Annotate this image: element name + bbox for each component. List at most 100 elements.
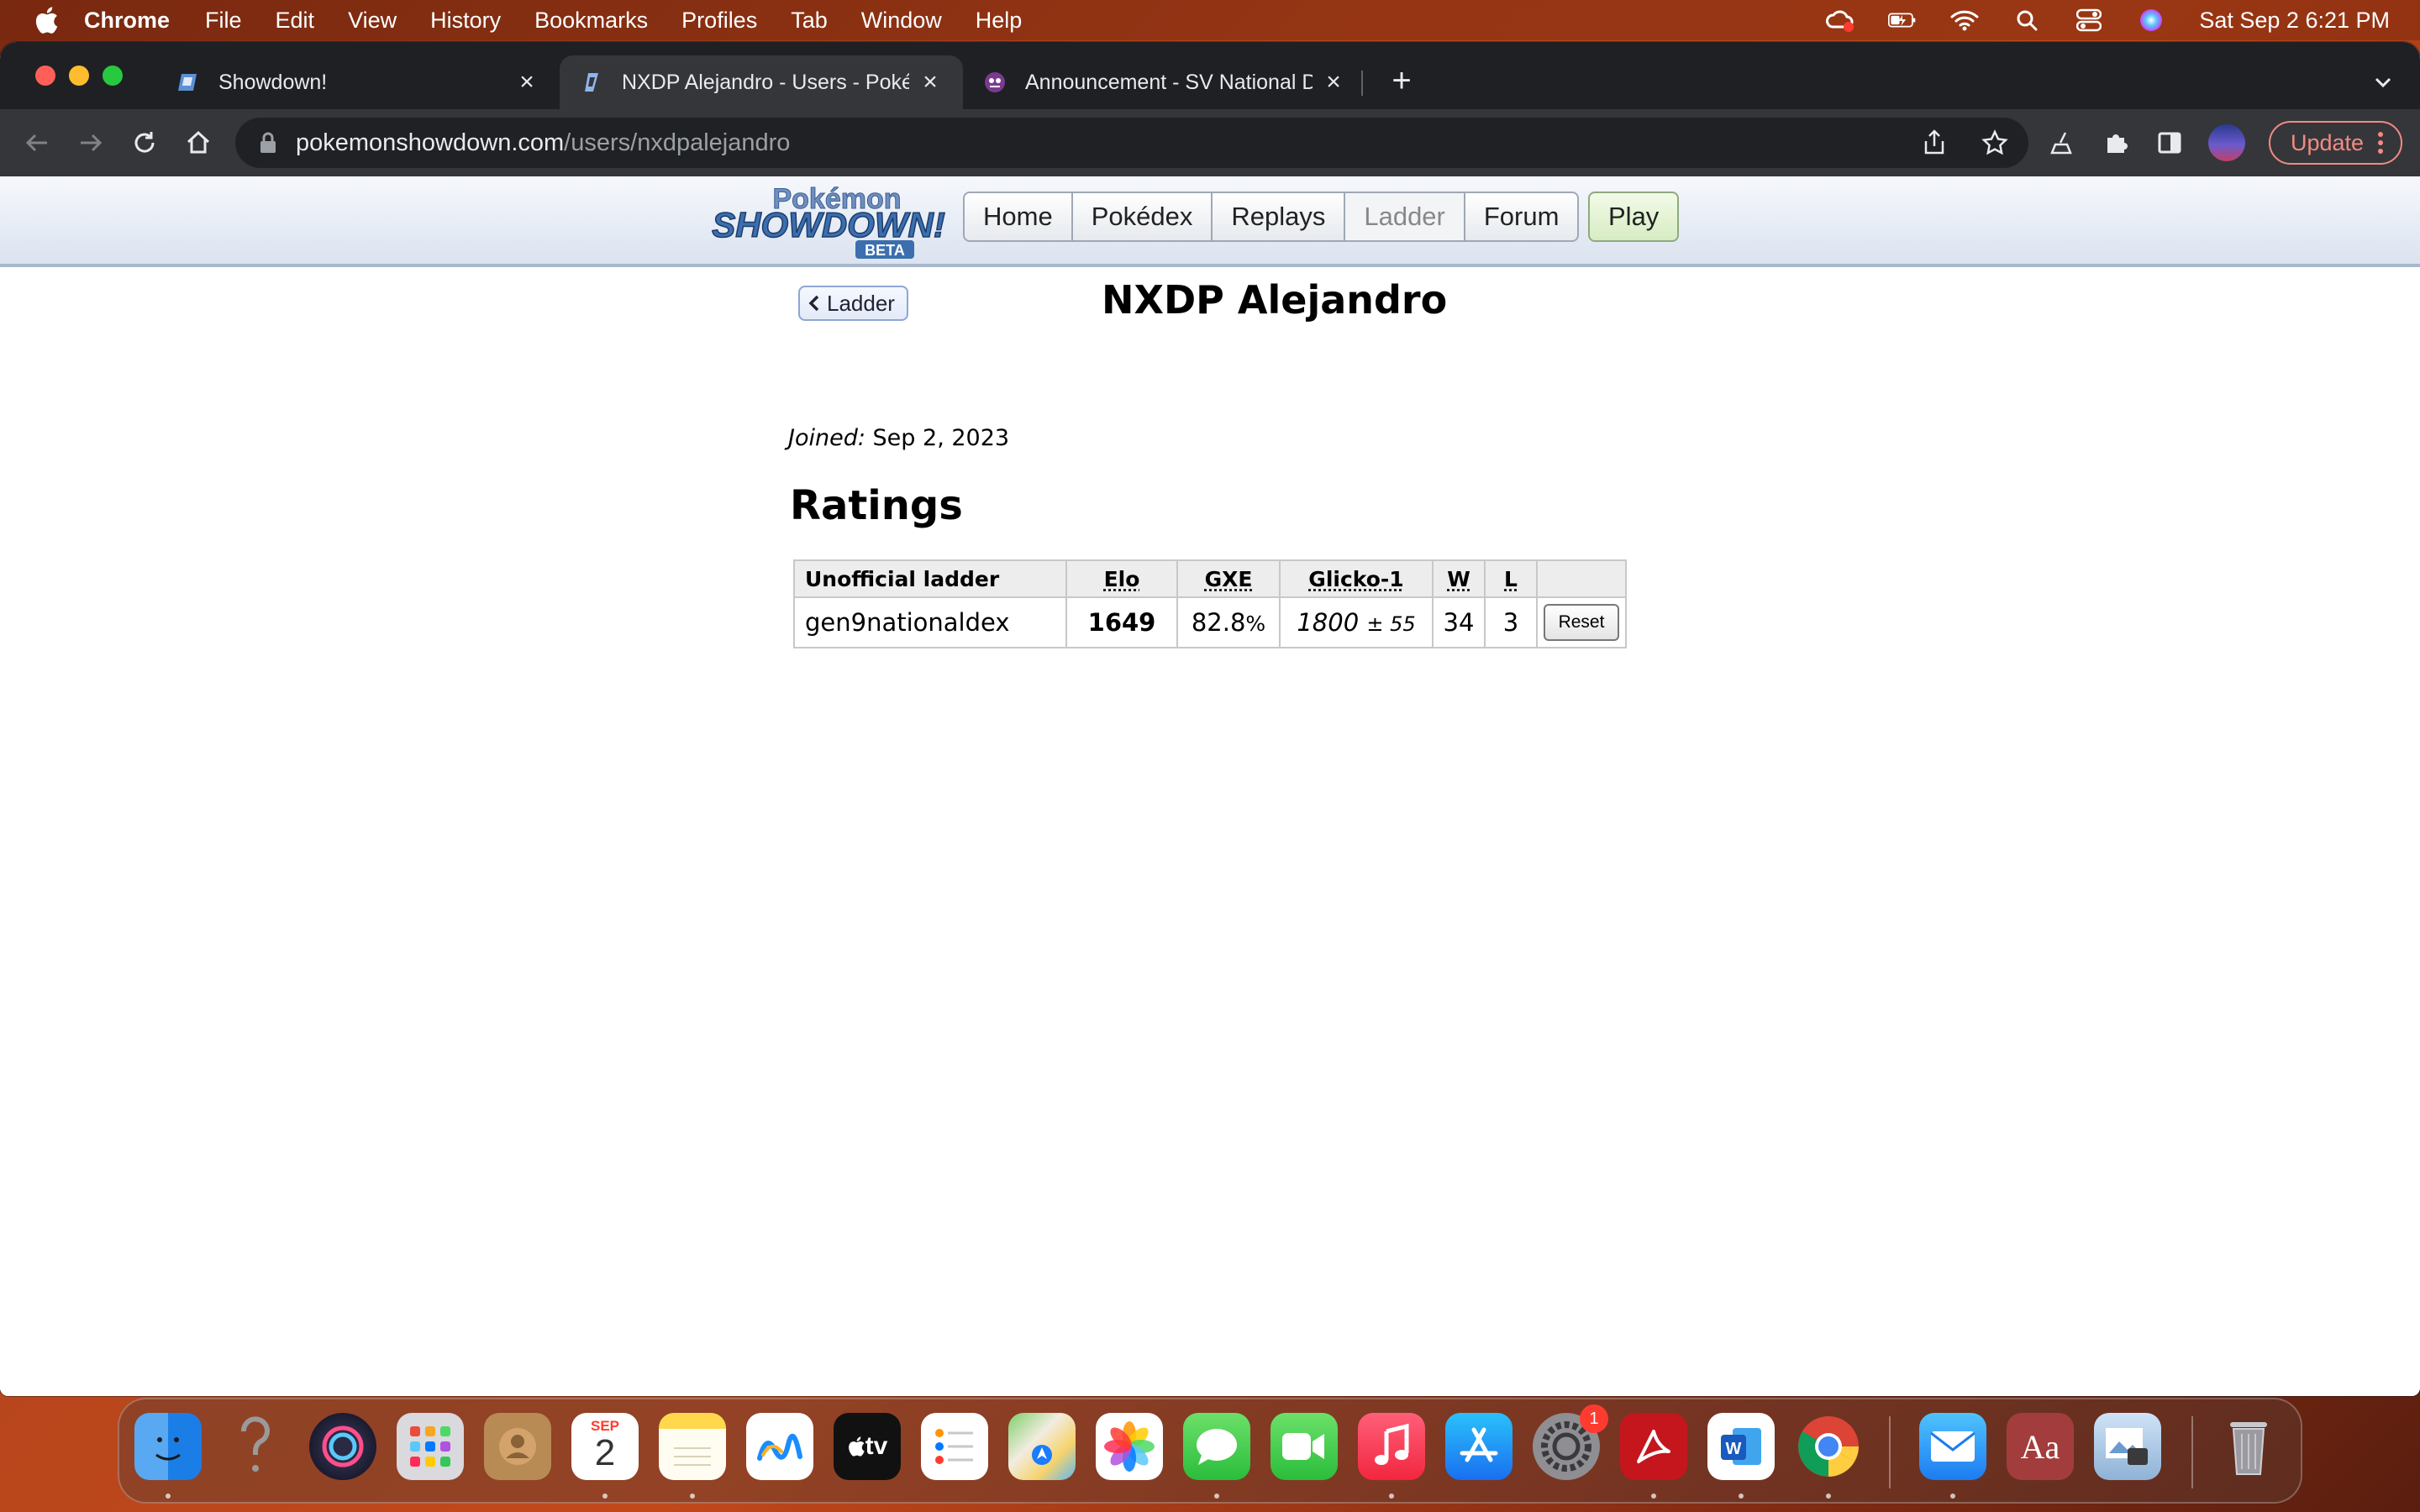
- running-indicator: [690, 1494, 695, 1499]
- more-menu-icon[interactable]: [2377, 131, 2384, 155]
- contacts-icon[interactable]: [484, 1413, 551, 1480]
- table-row: gen9nationaldex 1649 82.8% 1800 ± 55 34 …: [793, 596, 1627, 648]
- header-wins: W: [1432, 559, 1486, 598]
- tab-user-profile[interactable]: NXDP Alejandro - Users - Poké ×: [560, 55, 963, 109]
- maps-icon[interactable]: [1008, 1413, 1076, 1480]
- app-store-icon[interactable]: [1445, 1413, 1512, 1480]
- freeform-icon[interactable]: [746, 1413, 813, 1480]
- launchpad-icon[interactable]: [397, 1413, 464, 1480]
- running-indicator: [1950, 1494, 1955, 1499]
- bookmark-star-icon[interactable]: [1980, 128, 2010, 158]
- dictionary-label: Aa: [2020, 1427, 2060, 1466]
- tab-announcement[interactable]: Announcement - SV National D ×: [963, 55, 1366, 109]
- new-tab-button[interactable]: +: [1385, 64, 1418, 99]
- tab-showdown[interactable]: Showdown! ×: [156, 55, 560, 109]
- siri-app-icon[interactable]: [309, 1413, 376, 1480]
- menu-window[interactable]: Window: [861, 8, 942, 34]
- wifi-icon[interactable]: [1950, 8, 1979, 32]
- forward-button[interactable]: [74, 126, 108, 160]
- tab-search-chevron-icon[interactable]: [2370, 69, 2396, 96]
- share-icon[interactable]: [1919, 128, 1949, 158]
- photos-icon[interactable]: [1096, 1413, 1163, 1480]
- url-host: pokemonshowdown.com: [296, 129, 565, 156]
- table-header-row: Unofficial ladder Elo GXE Glicko-1 W L: [793, 559, 1627, 598]
- url-path: /users/nxdpalejandro: [564, 129, 791, 156]
- address-bar[interactable]: pokemonshowdown.com/users/nxdpalejandro: [235, 118, 2028, 168]
- system-settings-icon[interactable]: 1: [1533, 1404, 1608, 1480]
- notes-icon[interactable]: [659, 1413, 726, 1480]
- play-button[interactable]: Play: [1588, 192, 1680, 242]
- web-page: Pokémon SHOWDOWN! BETA Home Pokédex Repl…: [0, 176, 2420, 1396]
- nav-replays[interactable]: Replays: [1213, 192, 1346, 242]
- menu-help[interactable]: Help: [976, 8, 1023, 34]
- clock[interactable]: Sat Sep 2 6:21 PM: [2199, 8, 2390, 34]
- preview-icon[interactable]: [2094, 1413, 2161, 1480]
- help-question-icon[interactable]: [222, 1413, 289, 1480]
- back-to-ladder-button[interactable]: Ladder: [798, 286, 908, 321]
- dictionary-icon[interactable]: Aa: [2007, 1413, 2074, 1480]
- update-button[interactable]: Update: [2269, 121, 2403, 165]
- spotlight-search-icon[interactable]: [2012, 8, 2041, 32]
- wins-cell: 34: [1432, 596, 1486, 648]
- messages-icon[interactable]: [1183, 1413, 1250, 1480]
- dock-separator: [1889, 1416, 1891, 1488]
- chevron-left-icon: [808, 295, 819, 312]
- profile-avatar[interactable]: [2208, 124, 2245, 161]
- menu-profiles[interactable]: Profiles: [681, 8, 757, 34]
- zoom-window-button[interactable]: [103, 66, 123, 86]
- battery-icon[interactable]: [1888, 8, 1917, 32]
- tab-close-icon[interactable]: ×: [918, 68, 943, 96]
- mail-icon[interactable]: [1919, 1413, 1986, 1480]
- extension-broom-icon[interactable]: [2047, 128, 2077, 158]
- window-controls: [35, 66, 123, 86]
- menu-history[interactable]: History: [430, 8, 501, 34]
- reload-button[interactable]: [128, 126, 161, 160]
- browser-window: Showdown! × NXDP Alejandro - Users - Pok…: [0, 42, 2420, 1396]
- tv-label: tv: [865, 1432, 888, 1460]
- calendar-day: 2: [594, 1432, 616, 1473]
- siri-icon[interactable]: [2137, 8, 2165, 32]
- finder-icon[interactable]: [134, 1413, 202, 1480]
- facetime-icon[interactable]: [1270, 1413, 1338, 1480]
- chrome-icon[interactable]: [1795, 1413, 1862, 1480]
- menu-app-name[interactable]: Chrome: [84, 8, 170, 34]
- notification-badge: 1: [1580, 1404, 1608, 1433]
- gxe-cell: 82.8%: [1176, 596, 1281, 648]
- pokemon-showdown-logo[interactable]: Pokémon SHOWDOWN! BETA: [711, 180, 955, 264]
- side-panel-icon[interactable]: [2154, 128, 2185, 158]
- home-button[interactable]: [182, 126, 215, 160]
- minimize-window-button[interactable]: [69, 66, 89, 86]
- apple-tv-icon[interactable]: tv: [834, 1413, 901, 1480]
- header-elo: Elo: [1065, 559, 1178, 598]
- menu-tab[interactable]: Tab: [791, 8, 828, 34]
- reminders-icon[interactable]: [921, 1413, 988, 1480]
- tab-close-icon[interactable]: ×: [1321, 68, 1346, 96]
- creative-cloud-icon[interactable]: [1826, 8, 1854, 32]
- acrobat-icon[interactable]: [1620, 1413, 1687, 1480]
- lock-icon[interactable]: [259, 132, 277, 154]
- nav-ladder[interactable]: Ladder: [1345, 192, 1465, 242]
- running-indicator: [1214, 1494, 1219, 1499]
- menu-bookmarks[interactable]: Bookmarks: [534, 8, 648, 34]
- back-button[interactable]: [20, 126, 54, 160]
- svg-text:W: W: [1726, 1440, 1742, 1458]
- nav-forum[interactable]: Forum: [1465, 192, 1580, 242]
- microsoft-word-icon[interactable]: W: [1707, 1413, 1775, 1480]
- action-cell: Reset: [1536, 596, 1627, 648]
- calendar-icon[interactable]: SEP 2: [571, 1413, 639, 1480]
- nav-pokedex[interactable]: Pokédex: [1072, 192, 1213, 242]
- apple-icon[interactable]: [34, 6, 59, 34]
- menu-view[interactable]: View: [348, 8, 397, 34]
- music-icon[interactable]: [1358, 1413, 1425, 1480]
- nav-home[interactable]: Home: [963, 192, 1073, 242]
- extensions-puzzle-icon[interactable]: [2101, 128, 2131, 158]
- username-heading: NXDP Alejandro: [1102, 277, 1448, 323]
- svg-text:BETA: BETA: [865, 242, 905, 259]
- menu-file[interactable]: File: [205, 8, 242, 34]
- reset-button[interactable]: Reset: [1543, 604, 1620, 641]
- menu-edit[interactable]: Edit: [276, 8, 315, 34]
- close-window-button[interactable]: [35, 66, 55, 86]
- control-center-icon[interactable]: [2075, 8, 2103, 32]
- trash-icon[interactable]: [2215, 1413, 2282, 1480]
- tab-close-icon[interactable]: ×: [514, 68, 539, 96]
